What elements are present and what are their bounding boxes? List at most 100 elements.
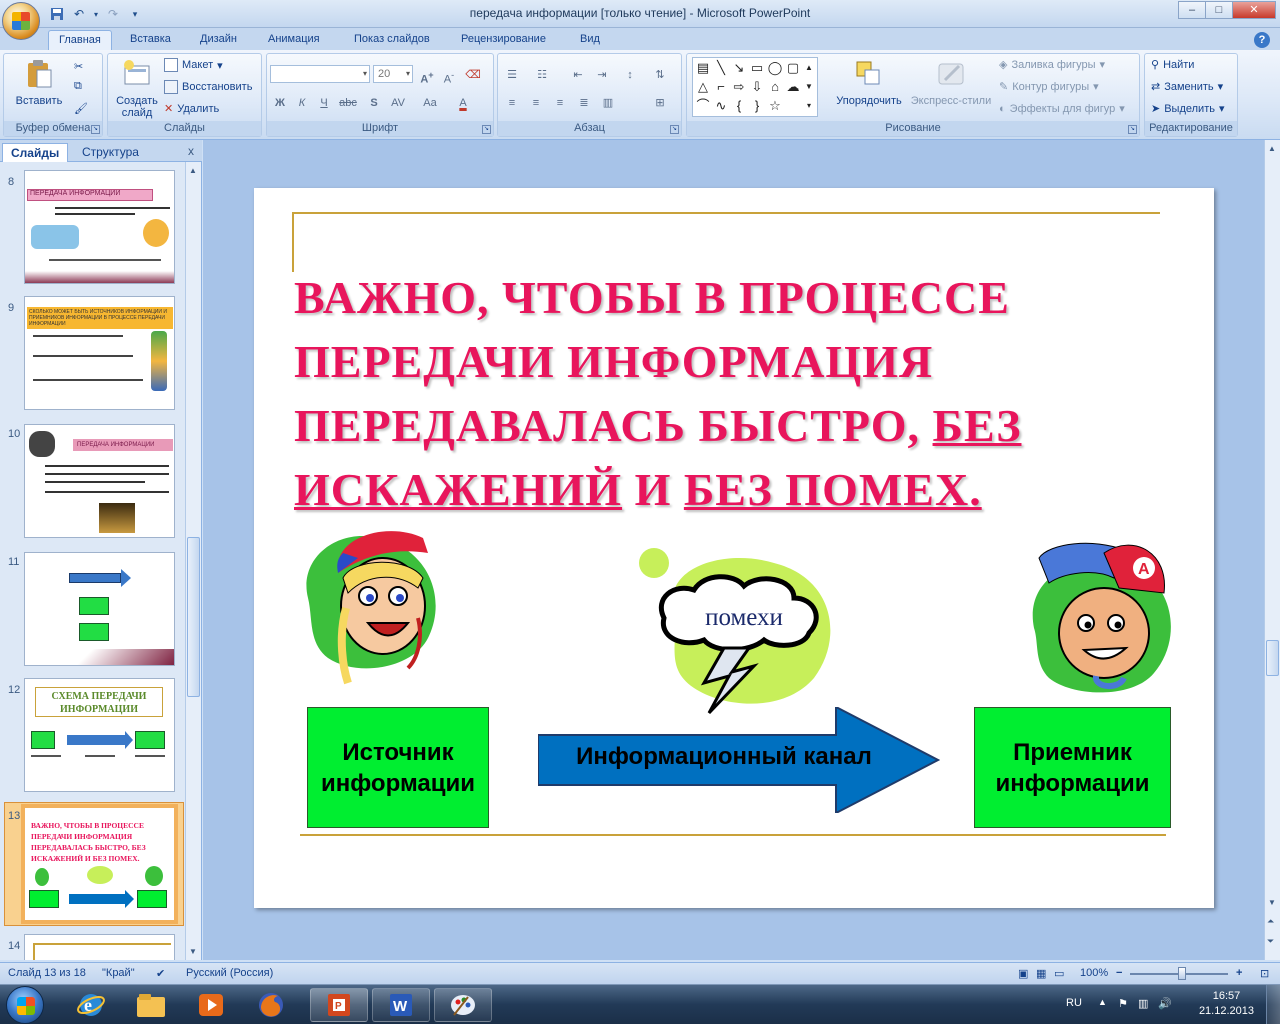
paste-button[interactable]: Вставить <box>14 58 64 107</box>
right-brace-icon[interactable]: } <box>749 98 765 114</box>
scroll-down-icon[interactable]: ▼ <box>1268 898 1276 907</box>
close-pane-icon[interactable]: x <box>188 144 194 158</box>
slide-canvas[interactable]: ВАЖНО, ЧТОБЫ В ПРОЦЕССЕ ПЕРЕДАЧИ ИНФОРМА… <box>254 188 1214 908</box>
taskbar-word[interactable]: W <box>372 988 430 1022</box>
thumbnail-slide-8[interactable]: ПЕРЕДАЧА ИНФОРМАЦИИ <box>24 170 175 284</box>
minimize-button[interactable]: – <box>1178 1 1206 19</box>
input-language[interactable]: RU <box>1066 997 1082 1009</box>
volume-icon[interactable]: 🔊 <box>1158 997 1172 1010</box>
show-desktop-button[interactable] <box>1266 985 1280 1024</box>
delete-slide-button[interactable]: ✕ Удалить <box>164 102 219 116</box>
arc-shape-icon[interactable]: ∿ <box>713 98 729 114</box>
smartart-icon[interactable]: ⊞ <box>650 93 670 111</box>
next-slide-icon[interactable]: ⏷ <box>1267 936 1274 947</box>
cloud-shape-icon[interactable]: ☁ <box>785 79 801 95</box>
slide-sorter-icon[interactable]: ▦ <box>1036 967 1046 980</box>
normal-view-icon[interactable]: ▣ <box>1018 967 1028 980</box>
elbow-connector-icon[interactable]: ⌐ <box>713 79 729 95</box>
clock[interactable]: 16:57 21.12.2013 <box>1199 989 1254 1019</box>
taskbar-explorer[interactable] <box>122 988 180 1022</box>
cut-icon[interactable]: ✂ <box>74 60 83 73</box>
grow-font-icon[interactable]: A+ <box>417 65 437 86</box>
spellcheck-icon[interactable]: ✔ <box>156 967 165 980</box>
taskbar-powerpoint[interactable]: P <box>310 988 368 1022</box>
rounded-rect-shape-icon[interactable]: ▢ <box>785 60 801 76</box>
down-arrow-shape-icon[interactable]: ⇩ <box>749 79 765 95</box>
change-case-button[interactable]: Aa <box>420 93 440 111</box>
receiver-box[interactable]: Приемник информации <box>974 707 1171 828</box>
slide-scrollbar[interactable]: ▲ ▼ ⏶ ⏷ <box>1264 140 1280 960</box>
help-icon[interactable]: ? <box>1254 32 1270 48</box>
font-name-combo[interactable]: ▾ <box>270 65 370 83</box>
taskbar-paint[interactable] <box>434 988 492 1022</box>
gallery-more-icon[interactable]: ▾ <box>801 98 817 114</box>
tab-slideshow[interactable]: Показ слайдов <box>344 30 440 50</box>
bullets-icon[interactable]: ☰ <box>502 65 522 83</box>
char-spacing-button[interactable]: AV <box>388 93 408 111</box>
thumbnail-slide-14[interactable] <box>24 934 175 960</box>
align-left-icon[interactable]: ≡ <box>502 93 522 111</box>
clear-format-icon[interactable]: ⌫ <box>463 65 483 83</box>
zoom-out-icon[interactable]: − <box>1116 967 1122 979</box>
text-direction-icon[interactable]: ⇅ <box>650 65 670 83</box>
align-center-icon[interactable]: ≡ <box>526 93 546 111</box>
scrollbar-thumb[interactable] <box>187 537 200 697</box>
tab-design[interactable]: Дизайн <box>190 30 247 50</box>
paragraph-launcher-icon[interactable]: ↘ <box>670 125 679 134</box>
thumbnails-scrollbar[interactable]: ▲ ▼ <box>185 162 201 960</box>
thumbnail-slide-9[interactable]: СКОЛЬКО МОЖЕТ БЫТЬ ИСТОЧНИКОВ ИНФОРМАЦИИ… <box>24 296 175 410</box>
gallery-up-icon[interactable]: ▲ <box>801 60 817 76</box>
fit-to-window-icon[interactable]: ⊡ <box>1260 967 1269 980</box>
copy-icon[interactable]: ⧉ <box>74 80 82 93</box>
tab-review[interactable]: Рецензирование <box>451 30 556 50</box>
curve-shape-icon[interactable]: ⌒ <box>695 98 711 114</box>
format-painter-icon[interactable]: 🖌 <box>74 102 88 115</box>
thumbnail-slide-11[interactable] <box>24 552 175 666</box>
new-slide-button[interactable]: Создать слайд <box>112 58 162 119</box>
zoom-level[interactable]: 100% <box>1080 967 1108 979</box>
action-center-icon[interactable]: ⚑ <box>1118 997 1128 1010</box>
shape-outline-button[interactable]: ✎ Контур фигуры ▾ <box>999 80 1099 94</box>
line-shape-icon[interactable]: ╲ <box>713 60 729 76</box>
scrollbar-thumb[interactable] <box>1266 640 1279 676</box>
thumbnail-slide-13[interactable]: ВАЖНО, ЧТОБЫ В ПРОЦЕССЕ ПЕРЕДАЧИ ИНФОРМА… <box>21 804 178 924</box>
tab-insert[interactable]: Вставка <box>120 30 181 50</box>
taskbar-internet-explorer[interactable]: e <box>62 988 120 1022</box>
source-box[interactable]: Источник информации <box>307 707 489 828</box>
line-spacing-icon[interactable]: ↕ <box>620 65 640 83</box>
zoom-slider-knob[interactable] <box>1178 967 1186 980</box>
star-shape-icon[interactable]: ☆ <box>767 98 783 114</box>
textbox-shape-icon[interactable]: ▤ <box>695 60 711 76</box>
italic-button[interactable]: К <box>292 93 312 111</box>
shrink-font-icon[interactable]: A- <box>439 65 459 86</box>
close-button[interactable]: ✕ <box>1232 1 1276 19</box>
thumbnail-slide-10[interactable]: ПЕРЕДАЧА ИНФОРМАЦИИ <box>24 424 175 538</box>
numbering-icon[interactable]: ☷ <box>532 65 552 83</box>
replace-button[interactable]: ⇄ Заменить ▾ <box>1151 80 1223 94</box>
maximize-button[interactable]: □ <box>1205 1 1233 19</box>
slide-title[interactable]: ВАЖНО, ЧТОБЫ В ПРОЦЕССЕ ПЕРЕДАЧИ ИНФОРМА… <box>294 266 1164 522</box>
font-size-combo[interactable]: 20 ▾ <box>373 65 413 83</box>
underline-button[interactable]: Ч <box>314 93 334 111</box>
left-brace-icon[interactable]: { <box>731 98 747 114</box>
previous-slide-icon[interactable]: ⏶ <box>1267 916 1274 927</box>
scroll-up-icon[interactable]: ▲ <box>1268 144 1276 153</box>
font-color-button[interactable]: A <box>453 93 473 111</box>
thumbnail-slide-12[interactable]: СХЕМА ПЕРЕДАЧИ ИНФОРМАЦИИ <box>24 678 175 792</box>
tab-home[interactable]: Главная <box>48 30 112 50</box>
network-icon[interactable]: ▥ <box>1138 997 1148 1010</box>
language-indicator[interactable]: Русский (Россия) <box>186 967 273 979</box>
increase-indent-icon[interactable]: ⇥ <box>592 65 612 83</box>
shadow-button[interactable]: S <box>364 93 384 111</box>
clipboard-launcher-icon[interactable]: ↘ <box>91 125 100 134</box>
arrow-line-shape-icon[interactable]: ↘ <box>731 60 747 76</box>
rectangle-shape-icon[interactable]: ▭ <box>749 60 765 76</box>
tray-expand-icon[interactable]: ▲ <box>1098 997 1107 1007</box>
bold-button[interactable]: Ж <box>270 93 290 111</box>
chevron-shape-icon[interactable]: ⌂ <box>767 79 783 95</box>
strikethrough-button[interactable]: abc <box>338 93 358 111</box>
justify-icon[interactable]: ≣ <box>574 93 594 111</box>
decrease-indent-icon[interactable]: ⇤ <box>568 65 588 83</box>
find-button[interactable]: ⚲ Найти <box>1151 58 1194 72</box>
shape-effects-button[interactable]: ◐ Эффекты для фигур ▾ <box>999 102 1125 116</box>
